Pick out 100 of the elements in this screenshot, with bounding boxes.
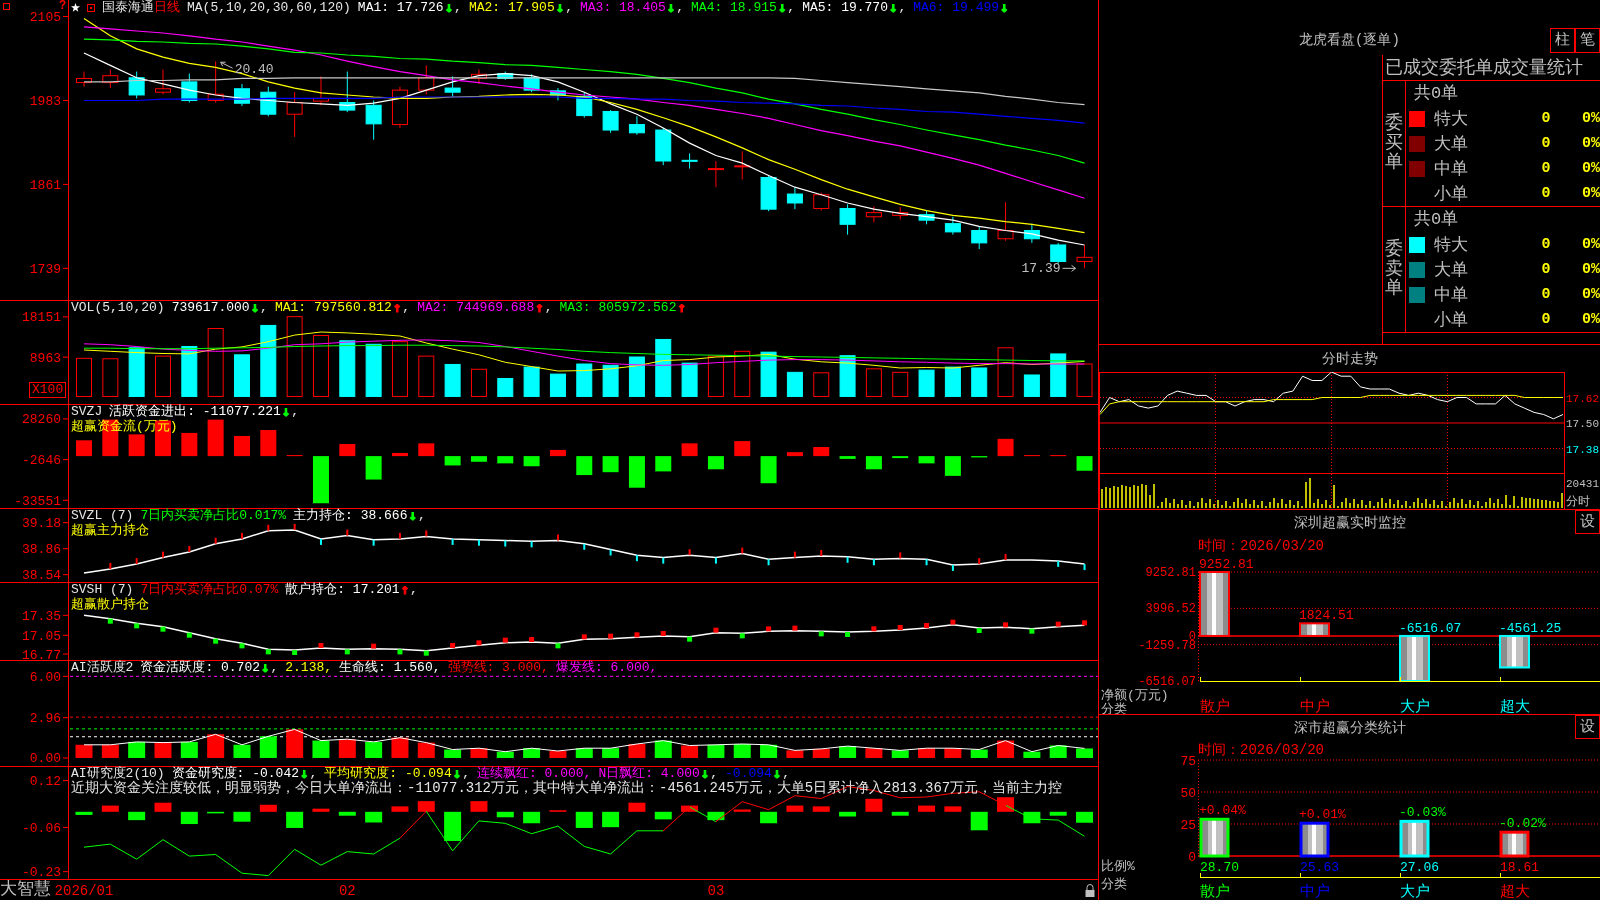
point-marker: [107, 618, 113, 624]
research-bar: [259, 804, 277, 812]
view-button[interactable]: 笔: [1575, 28, 1600, 53]
point-marker: [213, 638, 219, 644]
settings-button[interactable]: 设: [1575, 715, 1600, 739]
point-marker: [899, 552, 902, 559]
lock-icon: [1085, 884, 1095, 897]
change-label: -0.03%: [1399, 805, 1446, 821]
axis-label: 17.05: [22, 628, 61, 644]
volume-bar: [523, 366, 540, 397]
fund-flow-bar: [339, 444, 356, 457]
value-label: -6516.07: [1399, 620, 1462, 636]
activity-bar: [812, 748, 830, 758]
candle: [1023, 223, 1040, 244]
trend-arrow: ↓: [260, 660, 271, 675]
point-marker: [160, 626, 166, 632]
fund-flow-bar: [497, 456, 514, 464]
trend-arrow: ↓: [771, 766, 782, 781]
trend-arrow: ↓: [281, 404, 292, 419]
fund-flow-bar: [760, 456, 777, 484]
settings-button[interactable]: 设: [1575, 510, 1600, 534]
volume-bar: [470, 368, 487, 397]
trend-arrow: ↓: [451, 766, 463, 781]
percent-value: 0%: [1581, 261, 1600, 278]
activity-bar: [891, 750, 909, 758]
star-icon[interactable]: [71, 3, 80, 12]
research-bar: [207, 811, 225, 814]
trend-arrow: ↓: [443, 0, 455, 15]
point-marker: [267, 524, 270, 531]
row-label: 中单: [1433, 159, 1469, 180]
separator-text: ,: [462, 766, 470, 781]
fund-flow-bar: [628, 456, 645, 488]
research-bar: [786, 805, 804, 812]
candle: [155, 69, 171, 95]
value-label: -4561.25: [1499, 620, 1562, 636]
panel-title: 龙虎看盘(逐单): [1299, 31, 1400, 49]
research-bar: [470, 801, 488, 812]
legend-text: MA6: 19.499: [913, 0, 1000, 15]
point-marker: [162, 551, 164, 558]
activity-bar: [602, 748, 620, 758]
fund-flow-bar: [234, 435, 250, 457]
fund-flow-bar: [128, 434, 145, 457]
research-bar: [496, 811, 514, 818]
point-marker: [451, 538, 454, 545]
candle: [1076, 244, 1093, 269]
separator-text: ,: [309, 766, 318, 781]
square-icon[interactable]: [87, 3, 95, 12]
count-value: 0: [1540, 185, 1552, 202]
point-marker: [188, 545, 191, 552]
help-mark[interactable]: ?: [59, 0, 67, 13]
candle: [286, 91, 303, 138]
volume-bar: [312, 335, 329, 397]
candle: [813, 192, 830, 212]
percent-value: 0%: [1581, 286, 1600, 303]
activity-bar: [286, 729, 304, 758]
point-marker: [688, 549, 691, 556]
legend-text: MA5: 19.770: [802, 0, 888, 15]
candle: [312, 75, 329, 106]
research-bar: [128, 811, 146, 821]
price-axis-label: 17.50: [1566, 418, 1599, 430]
point-marker: [556, 534, 559, 541]
point-marker: [792, 625, 798, 631]
volume-bar: [155, 355, 171, 397]
fund-flow-bar: [260, 430, 277, 457]
trend-arrow: ↓: [888, 0, 899, 15]
trend-arrow: ↑: [676, 300, 687, 315]
point-marker: [397, 649, 403, 655]
volume-bar: [918, 369, 935, 397]
view-button[interactable]: 柱: [1550, 28, 1575, 53]
point-marker: [214, 537, 217, 544]
legend-text: 活跃资金进出: -11077.221: [109, 404, 281, 419]
candle: [207, 60, 224, 103]
volume-bar: [1023, 374, 1040, 397]
activity-bar: [75, 744, 93, 758]
point-marker: [739, 633, 745, 639]
point-marker: [344, 649, 350, 655]
axis-label: -33551: [14, 493, 61, 508]
axis-label: 0.00: [29, 751, 61, 766]
total-label: 共0单: [1413, 209, 1460, 231]
candle: [391, 86, 408, 129]
activity-bar: [865, 748, 883, 758]
app-name: 大智慧: [0, 880, 52, 900]
net-amount-bar: [1399, 634, 1430, 682]
axis-label: 8963: [29, 350, 61, 366]
point-marker: [634, 632, 640, 638]
net-amount-bar: [1299, 622, 1330, 637]
change-label: -0.02%: [1499, 816, 1546, 832]
point-marker: [976, 628, 982, 633]
point-marker: [925, 559, 928, 566]
date-label: 02: [338, 883, 356, 899]
point-marker: [371, 643, 377, 649]
point-marker: [502, 637, 508, 643]
candle: [365, 99, 382, 141]
point-marker: [346, 529, 349, 536]
axis-label: 6.00: [29, 669, 61, 685]
volume-bar: [102, 358, 119, 397]
separator-text: ,: [454, 0, 462, 15]
legend-text: 资金研究度: -0.042: [171, 766, 300, 781]
volume-bar: [207, 328, 224, 397]
point-marker: [660, 631, 666, 636]
